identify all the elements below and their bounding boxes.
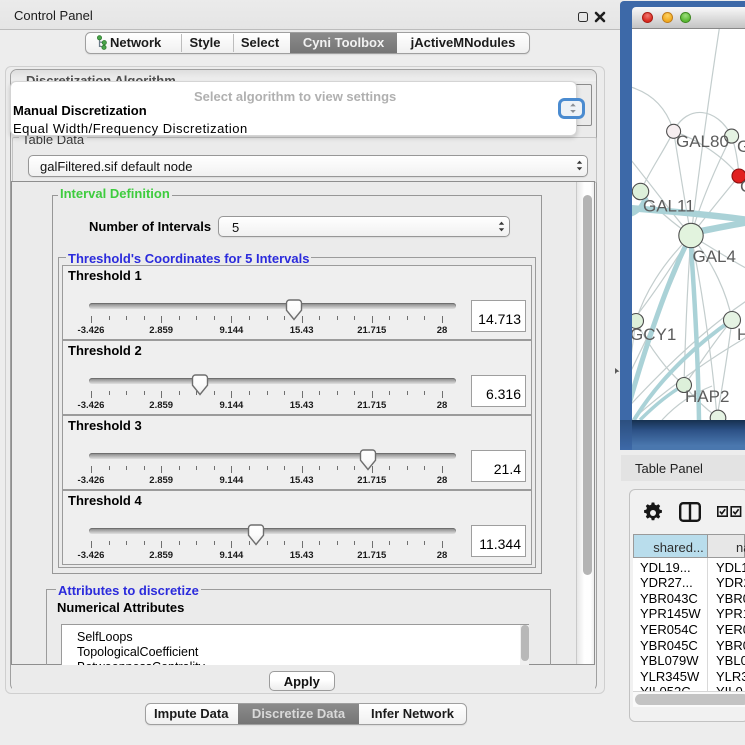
svg-text:C: C <box>740 177 745 196</box>
svg-text:GAL80: GAL80 <box>676 132 729 151</box>
svg-text:HAP2: HAP2 <box>685 387 729 406</box>
svg-text:H: H <box>737 325 745 344</box>
svg-text:GAL11: GAL11 <box>643 197 695 216</box>
svg-text:GA: GA <box>737 137 745 156</box>
svg-text:GCY1: GCY1 <box>632 325 676 344</box>
svg-text:GAL4: GAL4 <box>693 247 736 266</box>
